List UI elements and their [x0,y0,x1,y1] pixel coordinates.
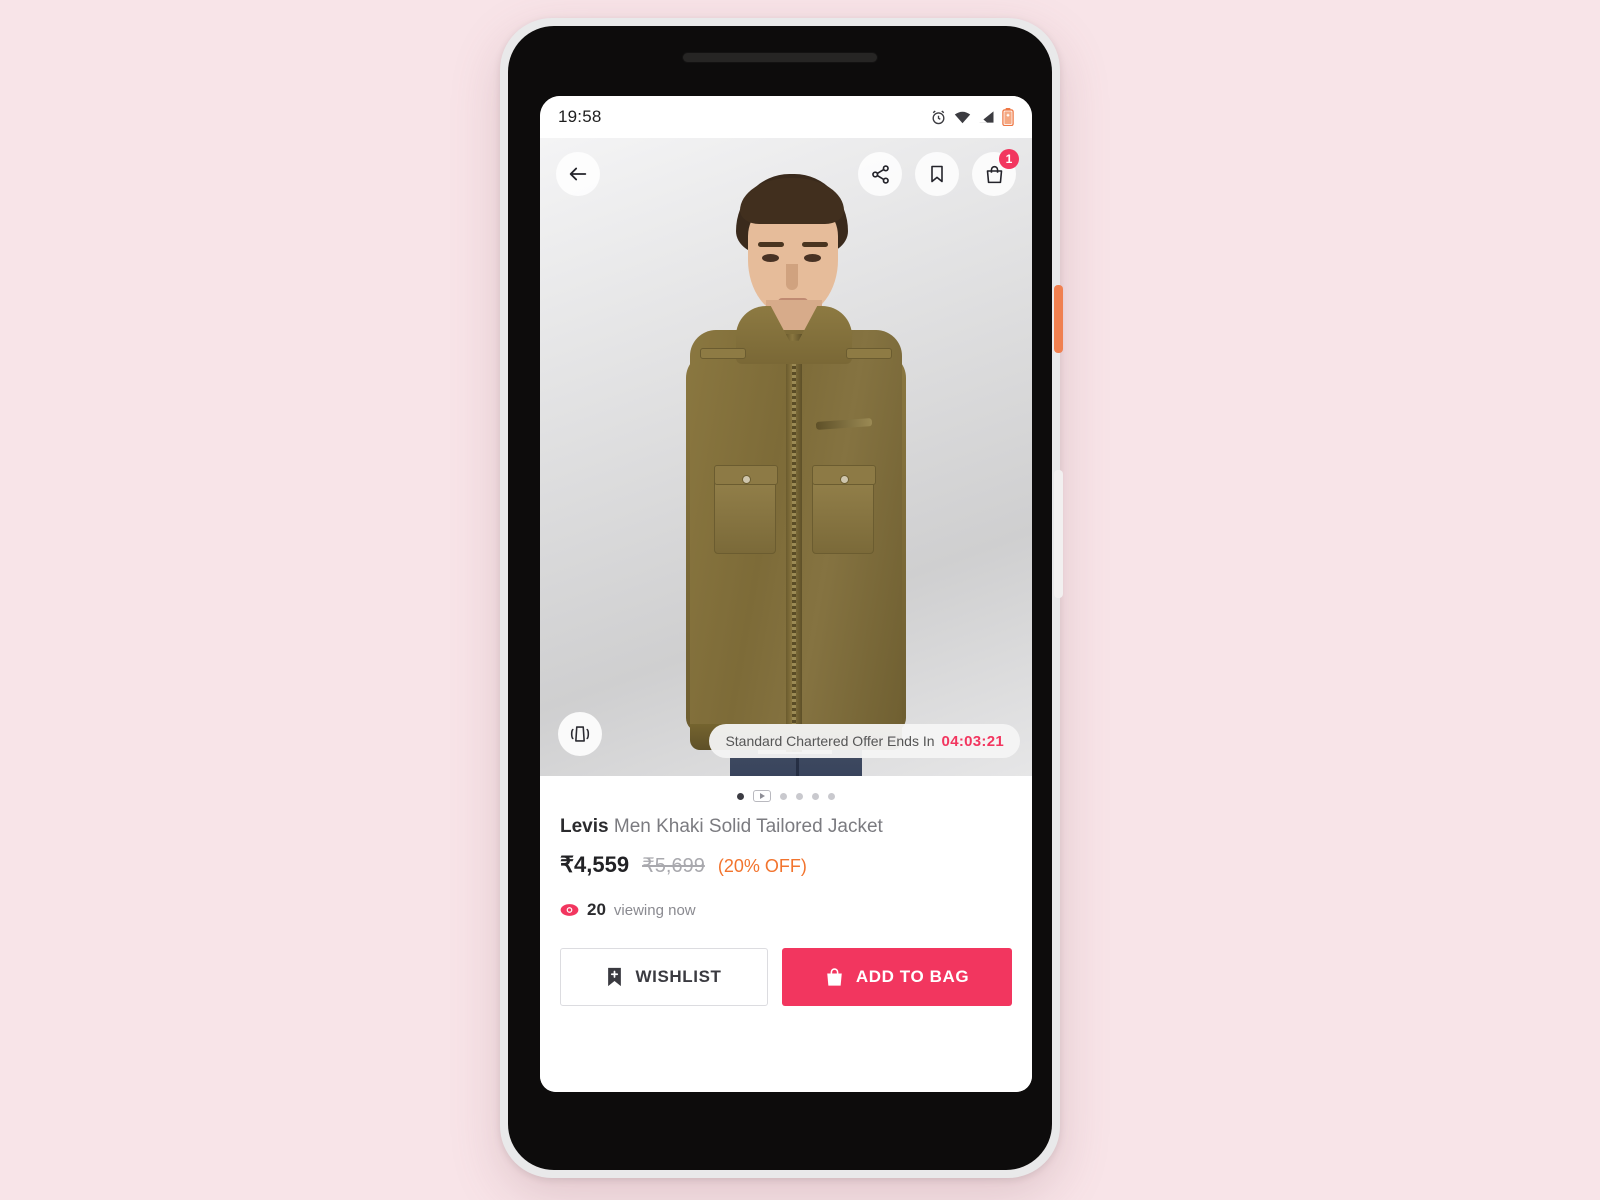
product-image-carousel[interactable]: 1 Standard Chartered Offer Ends In 04:03… [540,138,1032,776]
price-row: ₹4,559 ₹5,699 (20% OFF) [560,838,1012,878]
shopping-bag-icon [827,968,842,986]
price-original: ₹5,699 [642,855,705,877]
viewing-now-row: 20 viewing now [560,878,1012,920]
jacket-epaulet-right [846,348,892,359]
model-eyebrow-right [802,242,828,247]
share-button[interactable] [858,152,902,196]
product-title: Levis Men Khaki Solid Tailored Jacket [560,812,1012,838]
model-eyebrow-left [758,242,784,247]
add-to-bag-button[interactable]: ADD TO BAG [782,948,1012,1006]
jacket-zipper [792,348,796,752]
viewing-label: viewing now [613,901,696,919]
rotate-360-icon [570,726,590,742]
alarm-icon [932,110,945,124]
status-bar-icons [930,108,1014,126]
jacket-pocket-right [812,465,876,554]
phone-screen: 19:58 1 Standard Chartered Offer Ends In… [540,96,1032,1092]
rotate-360-button[interactable] [558,712,602,756]
price-current: ₹4,559 [560,852,630,877]
signal-icon [979,111,994,123]
shopping-bag-icon [986,165,1002,183]
wishlist-button[interactable]: WISHLIST [560,948,768,1006]
phone-speaker-grille [682,52,878,63]
model-nose [786,264,798,290]
product-info-panel: Levis Men Khaki Solid Tailored Jacket ₹4… [540,776,1032,1092]
product-name: Men Khaki Solid Tailored Jacket [608,816,883,837]
jacket-epaulet-left [700,348,746,359]
product-photo [540,138,1032,776]
pagination-dot-6[interactable] [828,792,835,800]
back-button[interactable] [556,152,600,196]
add-to-bag-label: ADD TO BAG [855,967,970,986]
model-eye-right [804,254,821,262]
cart-badge: 1 [999,149,1019,169]
bookmark-button[interactable] [915,152,959,196]
carousel-pagination[interactable] [560,776,1012,812]
wishlist-label: WISHLIST [635,967,722,986]
battery-charging-icon [1002,108,1014,126]
price-discount: (20% OFF) [717,856,807,876]
pagination-dot-3[interactable] [780,792,787,800]
pagination-dot-4[interactable] [796,792,803,800]
share-icon [871,164,889,184]
top-action-bar: 1 [540,149,1032,196]
pagination-video-indicator[interactable] [753,790,771,802]
eye-icon [560,904,579,916]
cart-button[interactable]: 1 [972,149,1019,196]
wifi-icon [954,111,971,124]
back-arrow-icon [569,167,587,181]
viewing-count: 20 [587,900,606,919]
cta-row: WISHLIST ADD TO BAG [560,920,1012,1006]
pagination-dot-1[interactable] [737,792,744,800]
top-action-bar-right: 1 [858,149,1019,196]
bookmark-icon [931,165,943,183]
status-bar: 19:58 [540,96,1032,138]
status-bar-time: 19:58 [558,107,602,126]
pagination-dot-5[interactable] [812,792,819,800]
offer-timer-strip: Standard Chartered Offer Ends In 04:03:2… [709,724,1020,758]
product-brand: Levis [560,816,609,837]
offer-countdown: 04:03:21 [941,732,1004,750]
bookmark-plus-icon [608,967,622,987]
model-eye-left [762,254,779,262]
jacket-pocket-left [714,465,778,554]
offer-label: Standard Chartered Offer Ends In [725,733,935,749]
power-button[interactable] [1054,285,1063,353]
volume-button[interactable] [1054,470,1063,598]
